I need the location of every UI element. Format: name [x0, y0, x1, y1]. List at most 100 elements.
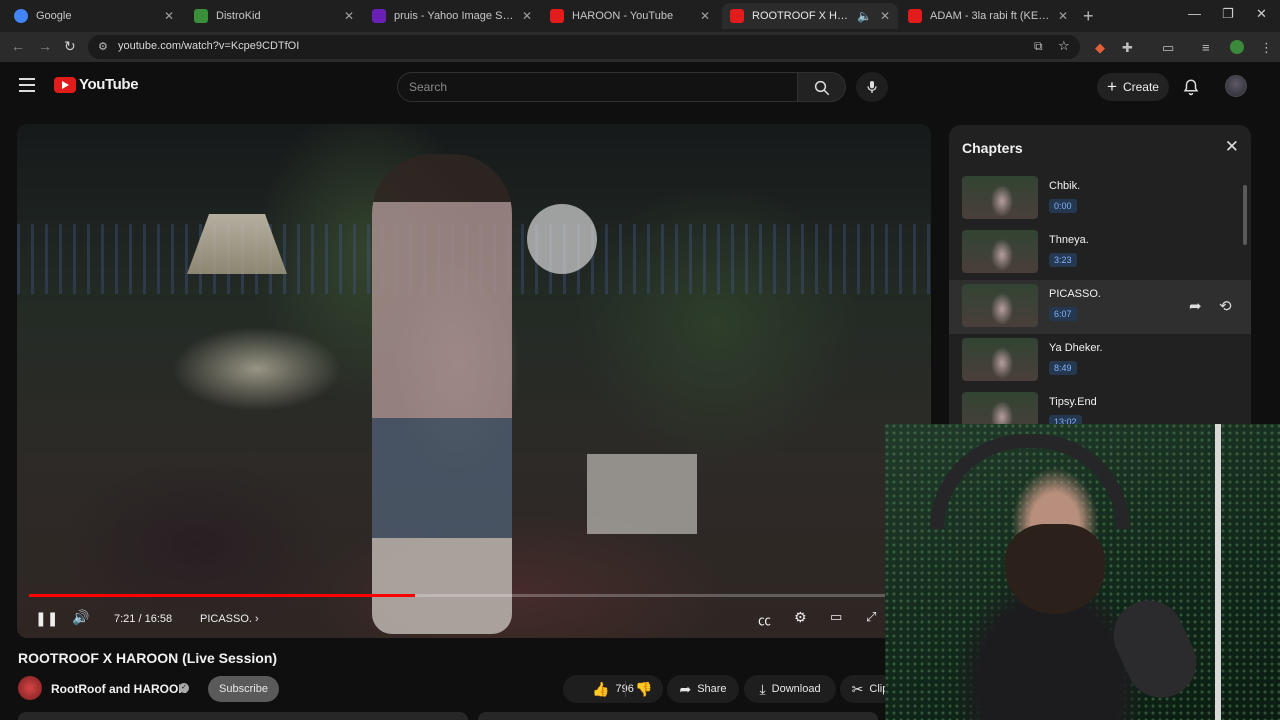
tab-title: Google [36, 10, 72, 22]
chapters-scrollbar[interactable] [1243, 185, 1247, 245]
verified-check-icon: ✓ [179, 683, 189, 693]
video-player[interactable]: ❚❚ 🔊 7:21 / 16:58 PICASSO. › ㏄ ⚙ ▭ ⤢ [17, 124, 931, 638]
scissors-icon: ✂ [851, 680, 864, 697]
search-box [397, 72, 798, 102]
subscribe-button[interactable]: Subscribe [208, 676, 279, 702]
speaker-icon[interactable]: 🔈 [857, 9, 872, 23]
theater-mode-icon[interactable]: ▭ [830, 609, 842, 625]
video-scene-drum [527, 204, 597, 274]
webcam-overlay [885, 424, 1280, 720]
chapter-name: Thneya. [1049, 234, 1089, 246]
back-icon[interactable]: ← [11, 38, 25, 54]
volume-icon[interactable]: 🔊 [72, 609, 89, 626]
close-icon[interactable]: ✕ [1058, 9, 1068, 23]
browser-tab-yahoo[interactable]: pruis - Yahoo Image Search Re ✕ [364, 3, 540, 29]
chapter-item[interactable]: Tipsy.End 13:02 [949, 388, 1251, 425]
pause-icon[interactable]: ❚❚ [35, 610, 58, 627]
create-label: Create [1122, 80, 1159, 94]
search-input[interactable] [409, 80, 779, 94]
address-bar[interactable]: ⚙ youtube.com/watch?v=Kcpe9CDTfOI ⧉ ☆ [88, 35, 1080, 59]
chapter-time: 3:23 [1049, 253, 1077, 267]
youtube-favicon-icon [730, 9, 744, 23]
site-info-icon[interactable]: ⚙ [98, 40, 108, 53]
fullscreen-icon[interactable]: ⤢ [866, 609, 876, 625]
chapter-time: 0:00 [1049, 199, 1077, 213]
browser-toolbar: ← → ↻ ⚙ youtube.com/watch?v=Kcpe9CDTfOI … [0, 32, 1280, 62]
chapter-item[interactable]: Chbik. 0:00 [949, 172, 1251, 226]
create-button[interactable]: + Create [1097, 73, 1169, 101]
video-progress-bar[interactable] [29, 594, 919, 597]
close-icon[interactable]: ✕ [880, 9, 890, 23]
search-button[interactable] [798, 72, 846, 102]
chapter-title-button[interactable]: PICASSO. › [200, 613, 259, 625]
close-icon[interactable]: ✕ [700, 9, 710, 23]
hamburger-menu-icon[interactable] [19, 78, 35, 92]
close-icon[interactable]: ✕ [522, 9, 532, 23]
forward-icon[interactable]: → [38, 38, 52, 54]
share-icon[interactable]: ➦ [1189, 297, 1202, 315]
chapters-panel: Chapters ✕ Chbik. 0:00 Thneya. 3:23 PICA… [949, 125, 1251, 425]
channel-name[interactable]: RootRoof and HAROON [51, 682, 187, 696]
minimize-icon[interactable]: — [1188, 6, 1201, 21]
thumbs-up-icon[interactable]: 👍 [592, 681, 609, 698]
chapter-name: Ya Dheker. [1049, 342, 1103, 354]
progress-fill [29, 594, 416, 597]
voice-search-button[interactable] [856, 72, 888, 102]
tab-title: HAROON - YouTube [572, 10, 674, 22]
bookmark-star-icon[interactable]: ☆ [1058, 38, 1070, 54]
logo-text: YouTube [79, 76, 139, 93]
profile-icon[interactable] [1230, 40, 1244, 54]
chapter-item[interactable]: Ya Dheker. 8:49 [949, 334, 1251, 388]
share-label: Share [697, 683, 727, 695]
new-tab-button[interactable]: + [1083, 6, 1094, 27]
browser-tab-rootroof-active[interactable]: ROOTROOF X HAROON (Li 🔈 ✕ [722, 3, 898, 29]
url-text: youtube.com/watch?v=Kcpe9CDTfOI [118, 40, 300, 52]
youtube-favicon-icon [908, 9, 922, 23]
reload-icon[interactable]: ↻ [64, 38, 76, 55]
chapter-time: 8:49 [1049, 361, 1077, 375]
distrokid-favicon-icon [194, 9, 208, 23]
subtitles-icon[interactable]: ㏄ [758, 610, 771, 629]
close-icon[interactable]: ✕ [344, 9, 354, 23]
video-scene-table [587, 454, 697, 534]
chapter-thumbnail [962, 284, 1038, 327]
more-menu-icon[interactable]: ⋮ [1260, 40, 1273, 56]
thumbs-down-icon[interactable]: 👎 [635, 681, 652, 698]
browser-tab-google[interactable]: Google ✕ [6, 3, 182, 29]
media-control-icon[interactable]: ≡ [1202, 40, 1210, 55]
chapter-name: PICASSO. [1049, 288, 1101, 300]
settings-gear-icon[interactable]: ⚙ [794, 609, 807, 626]
youtube-logo[interactable]: YouTube [54, 76, 139, 93]
maximize-icon[interactable]: ❐ [1222, 6, 1234, 22]
chapters-header: Chapters [962, 140, 1023, 156]
microphone-icon [867, 81, 877, 93]
chapter-thumbnail [962, 392, 1038, 425]
chapter-item[interactable]: Thneya. 3:23 [949, 226, 1251, 280]
tab-title: ADAM - 3la rabi ft (KEPLER X H [930, 10, 1050, 22]
share-button[interactable]: ➦ Share [667, 675, 739, 703]
download-button[interactable]: ⤓ Download [744, 675, 836, 703]
channel-avatar[interactable] [18, 676, 42, 700]
download-label: Download [771, 683, 821, 695]
extensions-puzzle-icon[interactable]: ✚ [1122, 40, 1133, 56]
browser-tab-adam[interactable]: ADAM - 3la rabi ft (KEPLER X H ✕ [900, 3, 1076, 29]
install-app-icon[interactable]: ⧉ [1034, 39, 1043, 54]
browser-tab-bar: Google ✕ DistroKid ✕ pruis - Yahoo Image… [0, 0, 1280, 32]
yahoo-favicon-icon [372, 9, 386, 23]
repeat-icon[interactable]: ⟲ [1219, 297, 1232, 315]
extension-icon[interactable]: ◆ [1095, 40, 1105, 56]
notifications-bell-icon[interactable] [1182, 77, 1200, 97]
chapter-item-current[interactable]: PICASSO. 6:07 ➦ ⟲ [949, 280, 1251, 334]
video-scene-singer [372, 154, 512, 634]
account-avatar[interactable] [1225, 75, 1247, 97]
close-icon[interactable]: ✕ [164, 9, 174, 23]
close-window-icon[interactable]: ✕ [1256, 6, 1267, 22]
close-icon[interactable]: ✕ [1225, 137, 1239, 157]
side-panel-icon[interactable]: ▭ [1162, 40, 1174, 56]
like-dislike-group: 👍 796 👎 [563, 675, 663, 703]
description-box-edge [18, 712, 468, 720]
browser-tab-distrokid[interactable]: DistroKid ✕ [186, 3, 362, 29]
search-icon [814, 80, 830, 96]
browser-tab-haroon-youtube[interactable]: HAROON - YouTube ✕ [542, 3, 718, 29]
chapter-name: Tipsy.End [1049, 396, 1097, 408]
